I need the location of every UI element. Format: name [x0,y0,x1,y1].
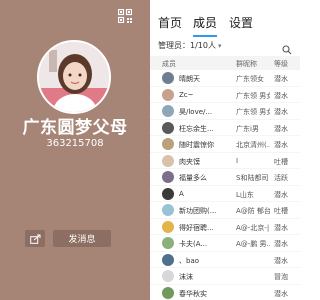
member-row[interactable]: A L山东 潜水 [150,186,300,202]
column-level[interactable]: 等级 [274,59,288,69]
member-name: 肉夹馍 [179,157,200,166]
member-name: 新功团购(... [179,207,217,215]
member-name: 沫沫 [179,273,193,281]
tab-members[interactable]: 成员 [193,14,217,31]
member-level: 潜水 [274,256,288,265]
active-tab-indicator [193,35,217,37]
group-name: 广东圆梦父母 [22,118,128,138]
member-avatar [162,171,174,183]
member-group-card: 北京清州(... [236,141,270,149]
member-level: 吐槽 [274,157,288,166]
member-row[interactable]: 沫沫 冒泡 [150,268,300,285]
member-group-card: 广东领 男女... [236,108,270,116]
member-level: 冒泡 [274,273,288,281]
member-level: 活跃 [274,174,288,182]
member-name: 昊/love/... [179,108,213,116]
member-level: 潜水 [274,240,288,248]
tab-settings[interactable]: 设置 [229,14,253,31]
member-name: Zc~ [179,90,194,99]
member-name: 卡夫(A... [179,240,208,248]
member-row[interactable]: 晴朗天 广东领女 潜水 [150,70,300,87]
member-group-card: I [236,156,239,165]
member-row[interactable]: 、bao 潜水 [150,252,300,268]
member-avatar [162,187,174,200]
member-group-card: A@防 郁台 [236,207,270,215]
member-name: 枉忘余生... [179,124,214,133]
member-level: 潜水 [274,124,288,133]
member-level: 潜水 [274,91,288,100]
member-group-card: A@-北京-|... [236,223,270,232]
member-table-header: 成员 群昵称 等级 [150,56,300,70]
group-id: 363215708 [46,138,104,149]
member-avatar [162,220,174,233]
member-row[interactable]: 福量多么 S和陆都司 活跃 [150,169,300,186]
member-avatar [162,154,174,167]
member-level: 潜水 [274,289,288,298]
member-level: 潜水 [274,223,288,232]
member-name: A [179,189,184,198]
member-row[interactable]: 得好宿聘... A@-北京-|... 潜水 [150,219,300,235]
chevron-down-icon: ▾ [217,41,222,50]
member-avatar [162,286,174,299]
member-avatar [162,270,174,282]
member-level: 潜水 [274,108,288,116]
group-profile-panel: 广东圆梦父母 363215708 发消息 [0,0,150,300]
member-row[interactable]: 随时震惊你 北京清州(... 潜水 [150,136,300,153]
member-row[interactable]: Zc~ 广东领 男女 潜水 [150,87,300,103]
member-level: 吐槽 [274,207,288,215]
tab-bar: 首页 成员 设置 [150,14,300,34]
member-name: 随时震惊你 [179,141,214,149]
member-group-card: 广东i男 [236,124,259,133]
member-name: 福量多么 [179,174,207,182]
column-group-card[interactable]: 群昵称 [236,59,257,69]
member-avatar [162,204,174,216]
member-name: 春华秋实 [179,289,207,298]
member-avatar [162,121,174,134]
group-detail-panel: 首页 成员 设置 管理员：1/10人 ▾ 成员 群昵称 等级 晴朗天 广东领女 潜水… [150,0,300,300]
member-row[interactable]: 新功团购(... A@防 郁台 吐槽 [150,202,300,219]
group-avatar[interactable] [37,40,111,114]
share-icon [29,234,40,244]
member-avatar [162,88,174,101]
admin-filter[interactable]: 管理员：1/10人 ▾ [158,40,221,51]
member-group-card: 广东领女 [236,75,264,83]
member-level: 潜水 [274,75,288,83]
member-group-card: S和陆都司 [236,174,269,182]
member-avatar [162,253,174,266]
member-row[interactable]: 卡夫(A... A@-鹏 男... 潜水 [150,235,300,252]
member-level: 潜水 [274,141,288,149]
member-avatar [162,72,174,84]
member-avatar [162,237,174,249]
member-row[interactable]: 昊/love/... 广东领 男女... 潜水 [150,103,300,120]
member-level: 潜水 [274,190,288,199]
member-row[interactable]: 枉忘余生... 广东i男 潜水 [150,120,300,136]
member-name: 得好宿聘... [179,223,214,232]
share-button[interactable] [25,230,45,247]
qr-code-icon[interactable] [117,8,133,24]
member-row[interactable]: 春华秋实 潜水 [150,285,300,300]
member-avatar [162,138,174,150]
member-row[interactable]: 肉夹馍 I 吐槽 [150,153,300,169]
send-message-button[interactable]: 发消息 [53,230,111,247]
member-group-card: L山东 [236,190,254,199]
member-avatar [162,105,174,117]
column-member[interactable]: 成员 [162,59,176,69]
member-name: 、bao [179,256,200,265]
member-group-card: 广东领 男女 [236,91,270,100]
member-group-card: A@-鹏 男... [236,240,270,248]
member-list: 晴朗天广东领女潜水Zc~广东领 男女潜水昊/love/...广东领 男女...潜… [150,70,300,300]
tab-home[interactable]: 首页 [158,14,182,31]
admin-count-label: 管理员：1/10人 [158,41,216,50]
member-name: 晴朗天 [179,75,200,83]
